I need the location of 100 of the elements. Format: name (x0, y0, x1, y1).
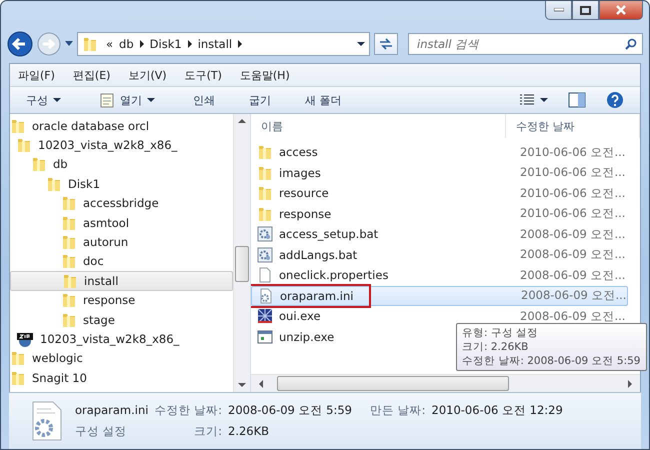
folder-icon (16, 137, 32, 154)
refresh-arrows-icon[interactable] (379, 38, 393, 50)
tree-item[interactable]: db (10, 154, 233, 174)
zip-archive-icon (16, 330, 34, 347)
details-value: 2010-06-06 오전 12:29 (432, 403, 563, 418)
file-row[interactable]: addLangs.bat 2008-06-09 오전... (251, 244, 628, 265)
tree-item[interactable]: weblogic (10, 348, 233, 368)
details-label: 크기: (193, 424, 222, 439)
file-row[interactable]: oui.exe 2008-06-09 오전... (251, 306, 628, 326)
tooltip-line: 수정한 날짜: 2008-06-09 오전 5:59 (462, 354, 640, 368)
file-name: oneclick.properties (279, 268, 388, 282)
file-row[interactable]: access 2010-06-06 오전... (251, 142, 628, 162)
address-dropdown-icon[interactable] (357, 42, 365, 46)
tooltip-line: 유형: 구성 설정 (462, 326, 540, 340)
tree-item[interactable]: asmtool (10, 212, 233, 232)
folder-icon (257, 144, 273, 160)
tree-item[interactable]: install (10, 271, 233, 291)
tree-item[interactable]: autorun (10, 232, 233, 252)
help-icon[interactable] (606, 91, 624, 109)
folder-icon (61, 312, 77, 328)
folder-icon (31, 156, 47, 172)
details-label: 만든 날짜: (370, 403, 426, 418)
breadcrumb-arrow-icon[interactable] (238, 40, 242, 48)
file-row[interactable]: access_setup.bat 2008-06-09 오전... (251, 224, 628, 244)
file-name: access (279, 145, 318, 160)
tree-item[interactable]: accessbridge (10, 194, 233, 213)
details-file-type: 구성 설정 (75, 424, 128, 439)
notepad-icon[interactable] (99, 92, 115, 108)
folder-icon (46, 176, 62, 192)
menu-item[interactable]: 도구(T) (184, 68, 222, 82)
file-date: 2008-06-09 오전... (519, 268, 626, 283)
file-row[interactable]: response 2010-06-06 오전... (251, 204, 628, 224)
file-row[interactable]: resource 2010-06-06 오전... (251, 183, 628, 204)
open-button[interactable]: 열기 (91, 89, 171, 111)
breadcrumb-overflow[interactable]: « (106, 37, 114, 51)
folder-icon (257, 206, 273, 222)
folder-icon (82, 36, 98, 52)
details-value: 2.26KB (228, 424, 270, 438)
tree-item[interactable]: Disk1 (10, 174, 233, 194)
address-bar[interactable]: « db Disk1 install (77, 32, 370, 56)
settings-file-icon (258, 288, 274, 304)
tree-item[interactable]: 10203_vista_w2k8_x86_ (10, 329, 233, 349)
file-name: oraparam.ini (280, 288, 354, 303)
file-date: 2008-06-09 오전... (519, 308, 626, 324)
breadcrumb[interactable]: db (119, 37, 134, 51)
toolbar-button[interactable]: 인쇄 (185, 90, 223, 110)
tree-item[interactable]: 10203_vista_w2k8_x86_ (10, 135, 233, 155)
search-icon[interactable] (625, 38, 637, 50)
details-value: 2008-06-09 오전 5:59 (228, 403, 352, 418)
organize-button[interactable]: 구성 (18, 90, 77, 110)
file-row[interactable]: oraparam.ini 2008-06-09 오전... (251, 286, 628, 306)
breadcrumb-arrow-icon[interactable] (140, 40, 144, 48)
file-row[interactable]: images 2010-06-06 오전... (251, 162, 628, 183)
close-icon[interactable] (615, 5, 627, 15)
file-date: 2010-06-06 오전... (519, 206, 626, 222)
folder-icon (10, 370, 26, 386)
tree-item[interactable]: Snagit 10 (10, 368, 233, 388)
column-header[interactable]: 수정한 날짜 (506, 114, 640, 138)
menu-item[interactable]: 편집(E) (72, 68, 110, 82)
folder-icon (61, 292, 77, 308)
toolbar-button[interactable]: 새 폴더 (297, 90, 350, 110)
file-name: oui.exe (279, 309, 321, 324)
folder-icon (10, 118, 26, 134)
refresh-button[interactable] (374, 33, 398, 55)
minimize-button[interactable] (545, 1, 572, 20)
menu-item[interactable]: 파일(F) (18, 68, 55, 82)
breadcrumb-arrow-icon[interactable] (188, 40, 192, 48)
folder-icon (61, 253, 77, 270)
tree-item[interactable]: stage (10, 310, 233, 330)
details-file-name: oraparam.ini (75, 403, 148, 417)
close-button[interactable] (599, 1, 643, 20)
file-name: images (279, 166, 321, 180)
file-date: 2008-06-09 오전... (519, 226, 626, 242)
file-date: 2010-06-06 오전... (519, 144, 626, 160)
menu-item[interactable]: 보기(V) (128, 68, 167, 82)
tree-item[interactable]: doc (10, 252, 233, 272)
back-button[interactable] (7, 31, 33, 57)
tree-item[interactable]: response (10, 290, 233, 310)
application-icon (257, 328, 273, 345)
history-dropdown-icon[interactable] (65, 41, 73, 47)
folder-icon (62, 272, 78, 289)
maximize-icon[interactable] (580, 6, 591, 14)
tree-scrollbar[interactable] (233, 114, 250, 392)
folder-icon (61, 195, 77, 212)
file-name: addLangs.bat (279, 248, 358, 262)
breadcrumb[interactable]: install (198, 37, 232, 51)
preview-pane-icon[interactable] (568, 92, 586, 108)
search-field[interactable]: install 검색 (408, 33, 643, 55)
minimize-icon[interactable] (554, 8, 564, 12)
folder-icon (61, 214, 77, 231)
list-view-icon[interactable] (519, 94, 535, 106)
maximize-button[interactable] (572, 1, 599, 20)
column-header[interactable]: 이름 (251, 114, 506, 138)
horizontal-scrollbar[interactable] (251, 374, 640, 392)
menu-item[interactable]: 도움말(H) (240, 68, 290, 82)
folder-icon (257, 164, 273, 181)
tree-item[interactable]: oracle database orcl (10, 116, 233, 136)
breadcrumb[interactable]: Disk1 (150, 37, 182, 51)
toolbar-button[interactable]: 굽기 (241, 90, 279, 110)
file-row[interactable]: oneclick.properties 2008-06-09 오전... (251, 265, 628, 286)
